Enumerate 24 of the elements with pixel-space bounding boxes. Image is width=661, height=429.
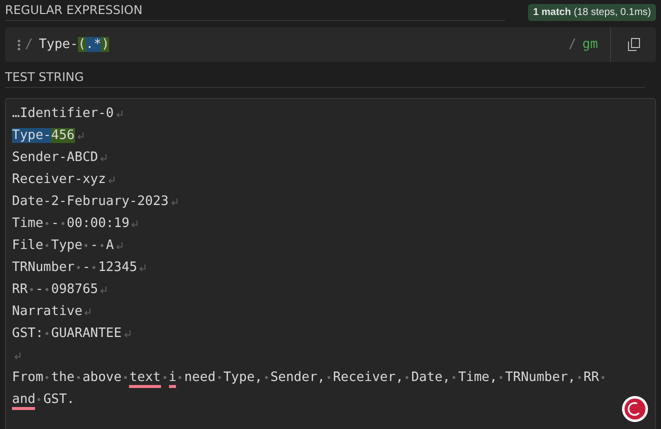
test-string-field[interactable]: [5, 98, 656, 429]
test-string-line: Receiver-xyz: [12, 171, 106, 189]
regex-flags[interactable]: gm: [582, 37, 598, 52]
test-string-line: GST: GUARANTEE: [12, 325, 122, 343]
test-string-line: Sender-ABCD: [12, 149, 98, 167]
match-info-badge: 1 match (18 steps, 0.1ms): [528, 4, 656, 20]
test-string-line: …Identifier-0: [12, 105, 114, 123]
regex-delimiter: /: [568, 37, 576, 52]
test-string-line: Time - 00:00:19: [12, 215, 130, 233]
test-string-line: Narrative: [12, 303, 82, 321]
spellcheck-icon[interactable]: [621, 395, 649, 423]
test-string-line: Type-456: [12, 127, 75, 145]
section-title: TEST STRING: [5, 70, 645, 88]
drag-handle-icon[interactable]: [17, 38, 21, 50]
test-string-line: RR - 098765: [12, 281, 98, 299]
section-title: REGULAR EXPRESSION: [5, 3, 505, 21]
test-string-line: File Type - A: [12, 237, 114, 255]
regex-pattern: Type-(.*): [38, 37, 110, 52]
test-string-line: TRNumber - 12345: [12, 259, 138, 277]
copy-icon: [628, 38, 640, 51]
test-string-line: From the above text i need Type, Sender, Receiver, Date, Time, TRNumber, RR and GST.: [12, 367, 622, 411]
regex-input-field[interactable]: / Type-(.*) / gm: [5, 27, 656, 62]
test-string-line: Date-2-February-2023: [12, 193, 169, 211]
regex-delimiter: /: [25, 37, 33, 52]
